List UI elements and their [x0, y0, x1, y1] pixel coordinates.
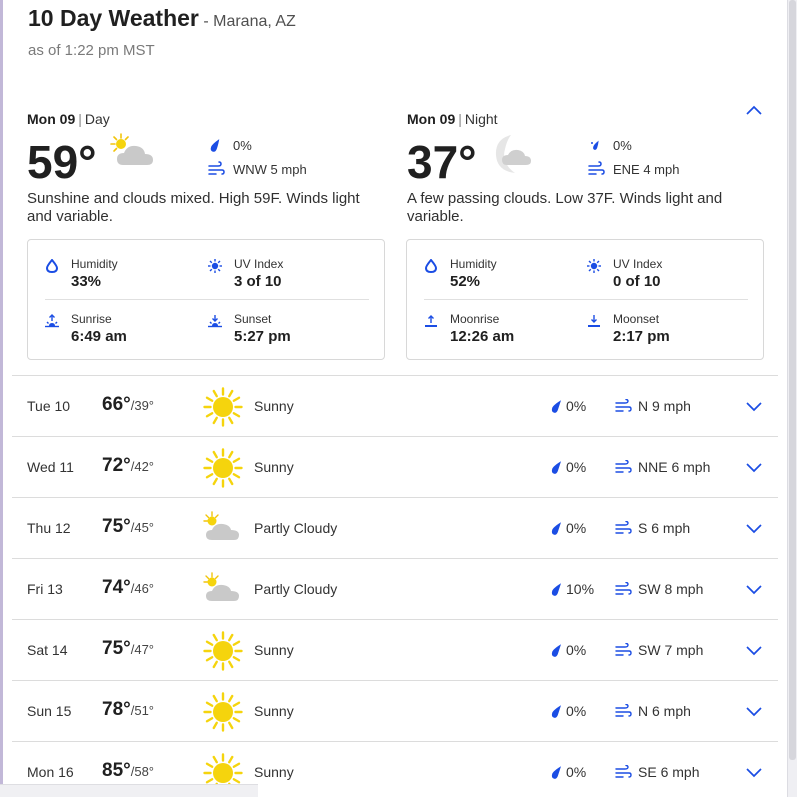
- vertical-scrollbar[interactable]: [787, 0, 797, 797]
- partly-cloudy-night-icon: [495, 135, 531, 173]
- expand-chevron-down-icon[interactable]: [745, 461, 763, 473]
- night-panel-date: Mon 09: [407, 111, 456, 127]
- page-title: 10 Day Weather - Marana, AZ: [28, 5, 296, 32]
- sunny-icon: [203, 387, 243, 427]
- forecast-row[interactable]: Sat 14 75°/47° Sunny 0% SW 7 mph: [12, 619, 778, 681]
- uv-sun-icon: [208, 259, 222, 273]
- raindrop-icon: [551, 705, 562, 718]
- sunrise-icon: [45, 314, 59, 328]
- raindrop-icon: [210, 139, 220, 152]
- partly-cloudy-day-icon: [110, 133, 153, 165]
- page-title-text: 10 Day Weather: [28, 5, 199, 31]
- wind-icon: [615, 582, 632, 595]
- night-description: A few passing clouds. Low 37F. Winds lig…: [407, 190, 723, 225]
- day-panel-heading: Mon 09 | Day: [27, 111, 110, 127]
- collapse-chevron-up-icon[interactable]: [744, 103, 764, 119]
- day-description: Sunshine and clouds mixed. High 59F. Win…: [27, 190, 360, 225]
- wind-icon: [615, 643, 632, 656]
- day-details-card: Humidity 33% UV Index 3 of 10 Sunrise 6:…: [27, 239, 385, 360]
- night-panel: Mon 09 | Night 37° 0% ENE 4 mph A few pass…: [407, 111, 767, 225]
- sunset-icon: [208, 315, 222, 328]
- forecast-row[interactable]: Fri 13 74°/46° Partly Cloudy 10% SW 8 mp…: [12, 558, 778, 620]
- wind-icon: [615, 521, 632, 534]
- sunny-icon: [203, 692, 243, 732]
- night-panel-period: Night: [464, 111, 498, 127]
- forecast-row[interactable]: Tue 10 66°/39° Sunny 0% N 9 mph: [12, 375, 778, 437]
- expand-chevron-down-icon[interactable]: [745, 583, 763, 595]
- day-temperature: 59°: [27, 136, 97, 188]
- raindrop-icon: [551, 400, 562, 413]
- moonrise-icon: [425, 315, 437, 327]
- location-text: - Marana, AZ: [203, 13, 296, 30]
- details-divider: [45, 299, 369, 300]
- sunny-icon: [203, 631, 243, 671]
- raindrop-icon: [591, 140, 599, 150]
- day-panel-date: Mon 09: [27, 111, 76, 127]
- day-panel: Mon 09 | Day 59° 0% WNW 5 mph Sunshine and…: [27, 111, 387, 225]
- wind-icon: [615, 704, 632, 717]
- partly-cloudy-icon: [203, 572, 239, 601]
- raindrop-icon: [551, 644, 562, 657]
- updated-time: as of 1:22 pm MST: [28, 42, 155, 59]
- day-precip: 0%: [207, 137, 252, 153]
- moonset-icon: [588, 315, 600, 327]
- expand-chevron-down-icon[interactable]: [745, 644, 763, 656]
- wind-icon: [588, 161, 605, 175]
- forecast-row[interactable]: Wed 11 72°/42° Sunny 0% NNE 6 mph: [12, 436, 778, 498]
- expand-chevron-down-icon[interactable]: [745, 522, 763, 534]
- night-details-card: Humidity 52% UV Index 0 of 10 Moonrise 1…: [406, 239, 764, 360]
- raindrop-icon: [551, 583, 562, 596]
- expand-chevron-down-icon[interactable]: [745, 705, 763, 717]
- raindrop-icon: [551, 766, 562, 779]
- wind-icon: [615, 399, 632, 412]
- window-left-edge: [0, 0, 3, 797]
- details-divider: [424, 299, 748, 300]
- day-wind: WNW 5 mph: [207, 161, 307, 177]
- sunny-icon: [203, 448, 243, 488]
- wind-icon: [615, 765, 632, 778]
- forecast-row[interactable]: Thu 12 75°/45° Partly Cloudy 0% S 6 mph: [12, 497, 778, 559]
- horizontal-scrollbar[interactable]: [0, 784, 258, 797]
- wind-icon: [615, 460, 632, 473]
- night-wind: ENE 4 mph: [587, 161, 679, 177]
- night-temperature: 37°: [407, 136, 477, 188]
- humidity-icon: [45, 259, 59, 273]
- expand-chevron-down-icon[interactable]: [745, 400, 763, 412]
- forecast-row[interactable]: Sun 15 78°/51° Sunny 0% N 6 mph: [12, 680, 778, 742]
- partly-cloudy-icon: [203, 511, 239, 540]
- night-panel-heading: Mon 09 | Night: [407, 111, 498, 127]
- day-panel-period: Day: [84, 111, 110, 127]
- humidity-icon: [424, 259, 438, 273]
- raindrop-icon: [551, 522, 562, 535]
- scrollbar-thumb[interactable]: [789, 0, 796, 760]
- wind-icon: [208, 161, 225, 175]
- night-precip: 0%: [587, 137, 632, 153]
- raindrop-icon: [551, 461, 562, 474]
- uv-sun-icon: [587, 259, 601, 273]
- expand-chevron-down-icon[interactable]: [745, 766, 763, 778]
